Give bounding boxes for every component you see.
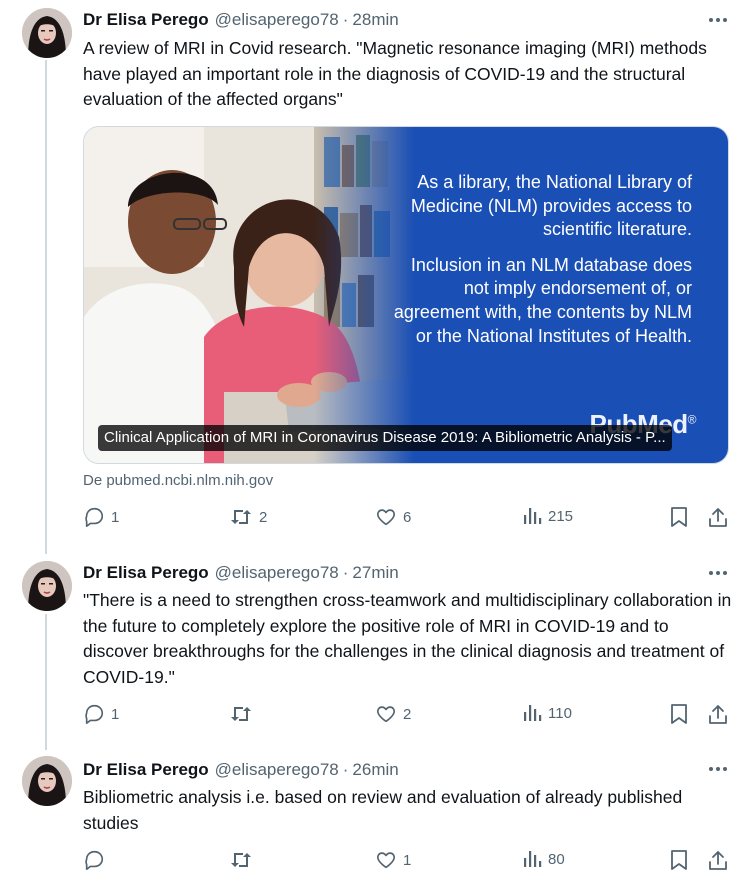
bookmark-icon [671, 507, 687, 527]
views-button[interactable]: 80 [522, 849, 565, 869]
views-bar-chart-icon [524, 508, 542, 524]
heart-icon [377, 852, 395, 869]
card-disclaimer-1: As a library, the National Library of Me… [410, 172, 692, 240]
bookmark-button[interactable] [670, 703, 688, 725]
like-count: 1 [403, 851, 412, 869]
reply-count: 1 [111, 508, 120, 526]
like-button[interactable]: 6 [375, 506, 411, 528]
share-button[interactable] [708, 506, 728, 528]
link-card[interactable]: As a library, the National Library of Me… [83, 126, 729, 464]
tweet-actions: 1 80 [0, 849, 752, 873]
reply-count: 1 [111, 705, 120, 723]
tweet[interactable]: Dr Elisa Perego @elisaperego78 · 28min A… [0, 0, 752, 545]
views-count: 215 [548, 507, 574, 525]
retweet-button[interactable]: 2 [229, 506, 267, 528]
retweet-icon [231, 510, 251, 524]
retweet-button[interactable] [229, 703, 259, 725]
more-horizontal-icon [709, 571, 727, 575]
more-options-button[interactable] [706, 9, 730, 31]
bookmark-icon [671, 850, 687, 870]
bookmark-button[interactable] [670, 506, 688, 528]
card-disclaimer-2: Inclusion in an NLM database does not im… [393, 254, 692, 346]
card-source[interactable]: De pubmed.ncbi.nlm.nih.gov [83, 472, 273, 489]
tweet-header: Dr Elisa Perego @elisaperego78 · 27min [83, 562, 399, 584]
tweet-header: Dr Elisa Perego @elisaperego78 · 26min [83, 759, 399, 781]
like-button[interactable]: 2 [375, 703, 411, 725]
views-button[interactable]: 110 [522, 703, 572, 723]
reply-icon [85, 704, 104, 724]
views-button[interactable]: 215 [522, 506, 573, 526]
tweet-actions: 1 2 6 215 [0, 506, 752, 530]
tweet-actions: 1 2 110 [0, 703, 752, 727]
bookmark-button[interactable] [670, 849, 688, 871]
more-options-button[interactable] [706, 562, 730, 584]
reply-icon [85, 507, 104, 527]
tweet-text: "There is a need to strengthen cross-tea… [83, 590, 732, 687]
tweet-header: Dr Elisa Perego @elisaperego78 · 28min [83, 9, 399, 31]
timestamp[interactable]: 27min [352, 563, 398, 583]
like-button[interactable]: 1 [375, 849, 411, 871]
heart-icon [377, 509, 395, 526]
author-handle[interactable]: @elisaperego78 [215, 760, 339, 780]
share-icon [709, 508, 727, 527]
author-name[interactable]: Dr Elisa Perego [83, 10, 209, 30]
tweet[interactable]: Dr Elisa Perego @elisaperego78 · 26min B… [0, 745, 752, 894]
separator-dot: · [342, 10, 349, 29]
views-bar-chart-icon [524, 705, 542, 721]
author-name[interactable]: Dr Elisa Perego [83, 760, 209, 780]
author-handle[interactable]: @elisaperego78 [215, 563, 339, 583]
card-overlay-text: As a library, the National Library of Me… [392, 171, 692, 348]
heart-icon [377, 706, 395, 723]
share-button[interactable] [708, 849, 728, 871]
avatar[interactable] [22, 756, 72, 806]
retweet-count: 2 [259, 508, 268, 526]
card-title[interactable]: Clinical Application of MRI in Coronavir… [98, 425, 672, 451]
timestamp[interactable]: 28min [352, 10, 398, 30]
avatar[interactable] [22, 561, 72, 611]
share-icon [709, 851, 727, 870]
separator-dot: · [342, 760, 349, 779]
author-name[interactable]: Dr Elisa Perego [83, 563, 209, 583]
more-options-button[interactable] [706, 758, 730, 780]
retweet-button[interactable] [229, 849, 259, 871]
avatar[interactable] [22, 8, 72, 58]
views-bar-chart-icon [524, 851, 542, 867]
share-button[interactable] [708, 703, 728, 725]
reply-button[interactable]: 1 [83, 506, 119, 528]
tweet[interactable]: Dr Elisa Perego @elisaperego78 · 27min "… [0, 545, 752, 745]
separator-dot: · [342, 563, 349, 582]
tweet-text: Bibliometric analysis i.e. based on revi… [83, 787, 683, 833]
views-count: 80 [548, 850, 565, 868]
reply-icon [85, 850, 104, 870]
like-count: 2 [403, 705, 412, 723]
more-horizontal-icon [709, 18, 727, 22]
author-handle[interactable]: @elisaperego78 [215, 10, 339, 30]
tweet-text: A review of MRI in Covid research. "Magn… [83, 38, 707, 109]
retweet-icon [231, 853, 251, 867]
bookmark-icon [671, 704, 687, 724]
views-count: 110 [548, 704, 572, 722]
reply-button[interactable] [83, 849, 111, 871]
share-icon [709, 705, 727, 724]
retweet-icon [231, 707, 251, 721]
timestamp[interactable]: 26min [352, 760, 398, 780]
reply-button[interactable]: 1 [83, 703, 119, 725]
like-count: 6 [403, 508, 412, 526]
more-horizontal-icon [709, 767, 727, 771]
